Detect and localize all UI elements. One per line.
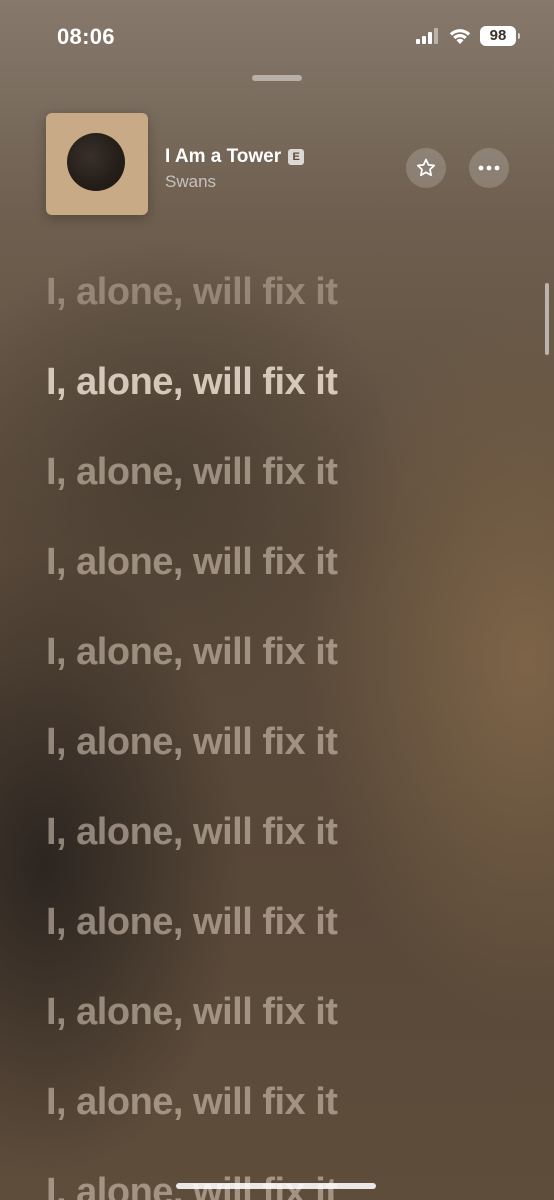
lyric-line[interactable]: I, alone, will fix it [46,982,526,1072]
album-art[interactable] [46,113,148,215]
status-bar: 08:06 98 [0,0,554,70]
ellipsis-icon [478,165,500,171]
lyric-line[interactable]: I, alone, will fix it [46,1162,526,1200]
album-art-disc [67,133,125,191]
lyric-line[interactable]: I, alone, will fix it [46,892,526,982]
track-title: I Am a Tower [165,146,282,167]
status-icons: 98 [416,26,520,46]
lyric-line[interactable]: I, alone, will fix it [46,802,526,892]
lyrics-list[interactable]: I, alone, will fix it I, alone, will fix… [46,262,526,1200]
lyric-line[interactable]: I, alone, will fix it [46,712,526,802]
lyric-line[interactable]: I, alone, will fix it [46,262,526,352]
sheet-grabber[interactable] [252,75,302,81]
wifi-icon [449,29,471,44]
lyric-line[interactable]: I, alone, will fix it [46,532,526,622]
cellular-signal-icon [416,28,438,44]
more-options-button[interactable] [469,148,509,188]
star-icon [416,158,436,177]
track-info[interactable]: I Am a Tower E Swans [165,146,305,192]
track-title-row: I Am a Tower E [165,146,305,168]
lyric-line[interactable]: I, alone, will fix it [46,622,526,712]
track-artist[interactable]: Swans [165,172,304,192]
favorite-button[interactable] [406,148,446,188]
lyric-line[interactable]: I, alone, will fix it [46,442,526,532]
lyric-line[interactable]: I, alone, will fix it [46,1072,526,1162]
battery-icon: 98 [480,26,520,46]
home-indicator[interactable] [176,1183,376,1189]
lyric-line-active[interactable]: I, alone, will fix it [46,352,526,442]
scroll-indicator[interactable] [545,283,549,355]
status-time: 08:06 [57,24,115,49]
explicit-badge: E [288,149,305,165]
